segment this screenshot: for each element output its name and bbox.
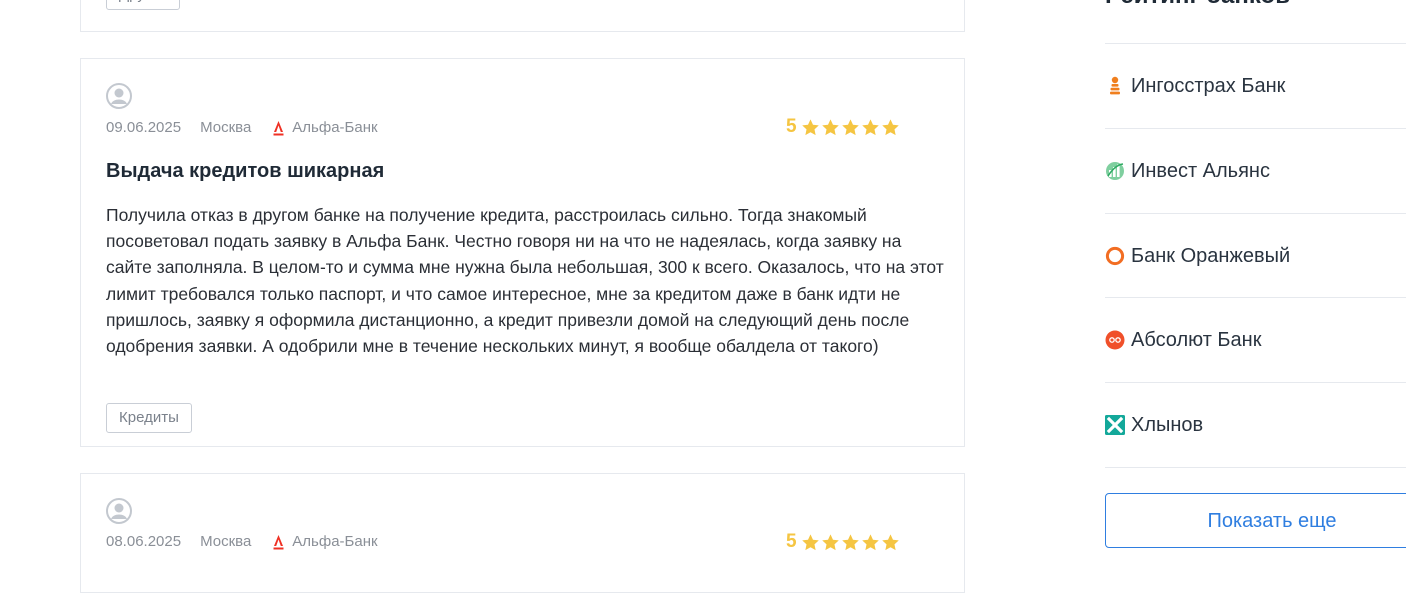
review-card: 09.06.2025 Москва Альфа-Банк 5 Выдача кр… bbox=[80, 58, 965, 447]
sidebar-item-absolut-bank[interactable]: Абсолют Банк bbox=[1105, 297, 1406, 382]
sidebar-item-label: Хлынов bbox=[1131, 413, 1204, 436]
star-icon bbox=[821, 118, 839, 135]
user-avatar-icon bbox=[106, 498, 132, 524]
show-more-button[interactable]: Показать еще bbox=[1105, 493, 1406, 548]
orange-bank-logo-icon bbox=[1105, 246, 1125, 266]
review-date: 09.06.2025 bbox=[106, 119, 182, 136]
sidebar-item-label: Банк Оранжевый bbox=[1131, 244, 1291, 267]
sidebar-item-label: Ингосстрах Банк bbox=[1131, 74, 1286, 97]
star-icon bbox=[801, 533, 819, 550]
star-icon bbox=[861, 118, 879, 135]
alfa-bank-logo-icon bbox=[273, 534, 284, 549]
sidebar-heading: Рейтинг банков bbox=[1105, 0, 1290, 10]
review-text: Получила отказ в другом банке на получен… bbox=[106, 205, 944, 357]
sidebar-item-invest-alliance[interactable]: Инвест Альянс bbox=[1105, 128, 1406, 213]
sidebar-item-orange-bank[interactable]: Банк Оранжевый bbox=[1105, 213, 1406, 298]
absolut-bank-logo-icon bbox=[1105, 330, 1125, 350]
sidebar-item-ingosstrakh[interactable]: Ингосстрах Банк bbox=[1105, 43, 1406, 128]
review-rating: 5 bbox=[786, 116, 901, 138]
sidebar-item-khlynov[interactable]: Хлынов bbox=[1105, 382, 1406, 467]
ingosstrakh-logo-icon bbox=[1105, 76, 1125, 96]
star-icon bbox=[881, 533, 899, 550]
star-icon bbox=[841, 118, 859, 135]
star-icon bbox=[841, 533, 859, 550]
star-icon bbox=[821, 533, 839, 550]
review-meta: 09.06.2025 Москва Альфа-Банк bbox=[106, 119, 378, 136]
star-icon bbox=[801, 118, 819, 135]
alfa-bank-logo-icon bbox=[273, 120, 284, 135]
review-tag-button[interactable]: Кредиты bbox=[106, 403, 192, 433]
review-title[interactable]: Выдача кредитов шикарная bbox=[106, 160, 384, 183]
invest-alliance-logo-icon bbox=[1105, 161, 1125, 181]
review-card: Другое bbox=[80, 0, 965, 32]
review-date: 08.06.2025 bbox=[106, 533, 182, 550]
review-city: Москва bbox=[200, 119, 252, 136]
rating-value: 5 bbox=[786, 116, 797, 137]
review-card: 08.06.2025 Москва Альфа-Банк 5 bbox=[80, 473, 965, 593]
sidebar-item-label: Инвест Альянс bbox=[1131, 159, 1270, 182]
review-bank-link[interactable]: Альфа-Банк bbox=[273, 533, 378, 550]
star-icon bbox=[861, 533, 879, 550]
sidebar-item-label: Абсолют Банк bbox=[1131, 328, 1262, 351]
review-bank-name: Альфа-Банк bbox=[292, 119, 378, 136]
review-tag-button[interactable]: Другое bbox=[106, 0, 180, 10]
rating-value: 5 bbox=[786, 531, 797, 552]
khlynov-logo-icon bbox=[1105, 415, 1125, 435]
user-avatar-icon bbox=[106, 83, 132, 109]
review-city: Москва bbox=[200, 533, 252, 550]
review-bank-link[interactable]: Альфа-Банк bbox=[273, 119, 378, 136]
star-icon bbox=[881, 118, 899, 135]
review-bank-name: Альфа-Банк bbox=[292, 533, 378, 550]
sidebar-divider bbox=[1105, 467, 1406, 468]
review-rating: 5 bbox=[786, 531, 901, 553]
review-meta: 08.06.2025 Москва Альфа-Банк bbox=[106, 533, 378, 550]
